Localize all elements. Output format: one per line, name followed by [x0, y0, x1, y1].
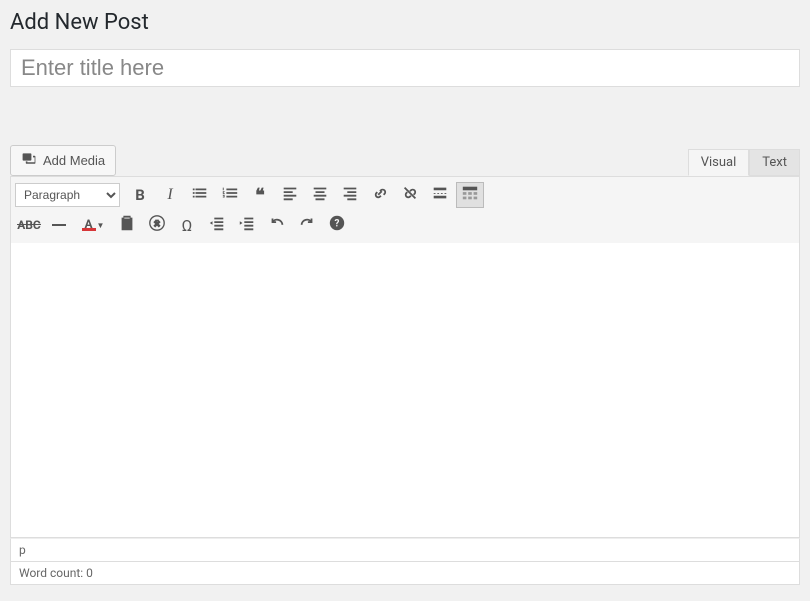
paste-text-icon — [118, 214, 136, 236]
svg-text:?: ? — [335, 219, 340, 230]
editor-tabs: Visual Text — [688, 149, 800, 176]
outdent-icon — [208, 214, 226, 236]
media-icon — [21, 151, 37, 170]
blockquote-icon: ❝ — [255, 185, 265, 206]
tab-text[interactable]: Text — [749, 149, 800, 176]
bullet-list-button[interactable] — [186, 182, 214, 208]
toolbar-toggle-button[interactable] — [456, 182, 484, 208]
help-icon: ? — [328, 214, 346, 236]
redo-icon — [298, 214, 316, 236]
bold-icon: B — [135, 186, 145, 204]
bold-button[interactable]: B — [126, 182, 154, 208]
tab-visual[interactable]: Visual — [688, 149, 750, 176]
align-left-icon — [281, 184, 299, 206]
link-icon — [371, 184, 389, 206]
horizontal-rule-button[interactable] — [45, 212, 73, 238]
indent-button[interactable] — [233, 212, 261, 238]
italic-button[interactable]: I — [156, 182, 184, 208]
text-color-button[interactable]: A▼ — [75, 212, 111, 238]
page-title: Add New Post — [10, 10, 800, 35]
clear-formatting-button[interactable] — [143, 212, 171, 238]
chevron-down-icon: ▼ — [97, 221, 105, 230]
read-more-button[interactable] — [426, 182, 454, 208]
help-button[interactable]: ? — [323, 212, 351, 238]
add-media-button[interactable]: Add Media — [10, 145, 116, 176]
strikethrough-button[interactable]: ABC — [15, 212, 43, 238]
add-media-label: Add Media — [43, 153, 105, 168]
number-list-button[interactable] — [216, 182, 244, 208]
horizontal-rule-icon — [52, 224, 66, 226]
align-center-icon — [311, 184, 329, 206]
special-character-button[interactable]: Ω — [173, 212, 201, 238]
blockquote-button[interactable]: ❝ — [246, 182, 274, 208]
strikethrough-icon: ABC — [17, 218, 41, 233]
editor-toolbar: Paragraph B I ❝ ABC A▼ Ω ? — [10, 176, 800, 243]
align-center-button[interactable] — [306, 182, 334, 208]
toolbar-toggle-icon — [461, 184, 479, 206]
number-list-icon — [221, 184, 239, 206]
unlink-button[interactable] — [396, 182, 424, 208]
editor-content-area[interactable] — [10, 243, 800, 538]
read-more-icon — [431, 184, 449, 206]
format-select[interactable]: Paragraph — [15, 183, 120, 207]
link-button[interactable] — [366, 182, 394, 208]
clear-formatting-icon — [148, 214, 166, 236]
paste-text-button[interactable] — [113, 212, 141, 238]
align-right-button[interactable] — [336, 182, 364, 208]
word-count-bar: Word count: 0 — [10, 562, 800, 585]
element-path-bar: p — [10, 538, 800, 562]
special-character-icon: Ω — [182, 216, 193, 235]
indent-icon — [238, 214, 256, 236]
redo-button[interactable] — [293, 212, 321, 238]
align-right-icon — [341, 184, 359, 206]
italic-icon: I — [167, 186, 172, 204]
post-title-input[interactable] — [10, 49, 800, 87]
unlink-icon — [401, 184, 419, 206]
undo-icon — [268, 214, 286, 236]
text-color-icon: A — [82, 219, 96, 231]
bullet-list-icon — [191, 184, 209, 206]
undo-button[interactable] — [263, 212, 291, 238]
align-left-button[interactable] — [276, 182, 304, 208]
outdent-button[interactable] — [203, 212, 231, 238]
